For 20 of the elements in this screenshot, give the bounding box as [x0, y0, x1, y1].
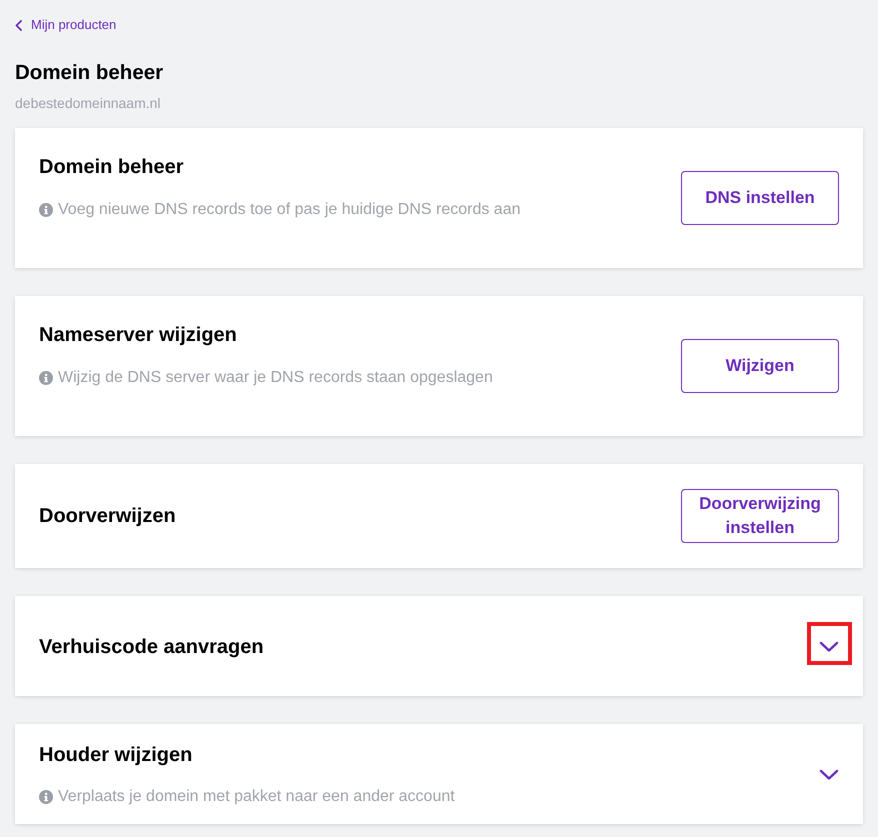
info-icon [39, 790, 53, 804]
page-title: Domein beheer [15, 60, 164, 86]
domain-name: debestedomeinnaam.nl [15, 94, 161, 112]
card-title: Doorverwijzen [39, 504, 176, 528]
back-chevron-icon [15, 20, 22, 30]
back-link[interactable]: Mijn producten [15, 17, 116, 33]
expand-toggle[interactable] [819, 768, 839, 780]
card-title: Domein beheer [39, 154, 184, 180]
card-title: Nameserver wijzigen [39, 322, 237, 348]
card-title: Verhuiscode aanvragen [39, 634, 264, 660]
info-icon [39, 370, 53, 384]
card-title: Houder wijzigen [39, 743, 192, 768]
card-description: Verplaats je domein met pakket naar een ander account [58, 787, 455, 807]
expand-toggle[interactable] [819, 640, 839, 652]
info-icon [39, 202, 53, 216]
card-description: Voeg nieuwe DNS records toe of pas je huidige DNS records aan [58, 200, 520, 220]
action-button[interactable]: Doorverwijzing instellen [681, 488, 839, 542]
card-description: Wijzig de DNS server waar je DNS records staan opgeslagen [58, 368, 493, 388]
action-button[interactable]: Wijzigen [681, 338, 839, 392]
action-button[interactable]: DNS instellen [681, 170, 839, 224]
